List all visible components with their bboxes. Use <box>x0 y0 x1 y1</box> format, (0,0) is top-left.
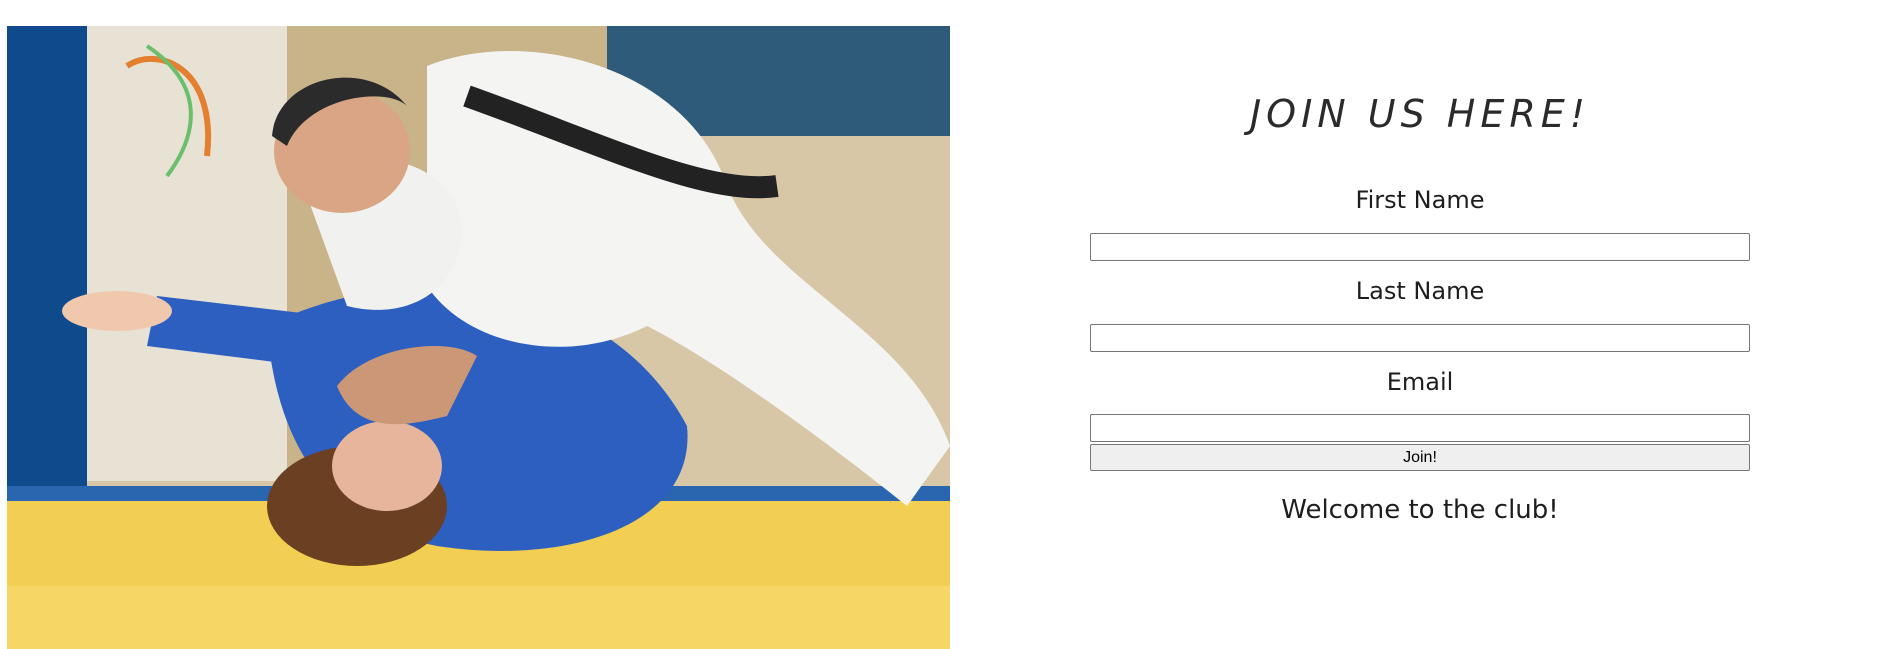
join-form: JOIN US HERE! First Name Last Name Email… <box>1090 0 1750 647</box>
join-button[interactable]: Join! <box>1090 444 1750 471</box>
judo-photo-illustration <box>7 26 950 649</box>
welcome-message: Welcome to the club! <box>1281 495 1559 525</box>
email-input[interactable] <box>1090 414 1750 442</box>
last-name-input[interactable] <box>1090 324 1750 352</box>
first-name-label: First Name <box>1355 186 1485 214</box>
first-name-input[interactable] <box>1090 233 1750 261</box>
email-label: Email <box>1386 368 1454 396</box>
form-title: JOIN US HERE! <box>1249 92 1591 136</box>
last-name-label: Last Name <box>1355 277 1485 305</box>
judo-photo <box>7 26 950 649</box>
